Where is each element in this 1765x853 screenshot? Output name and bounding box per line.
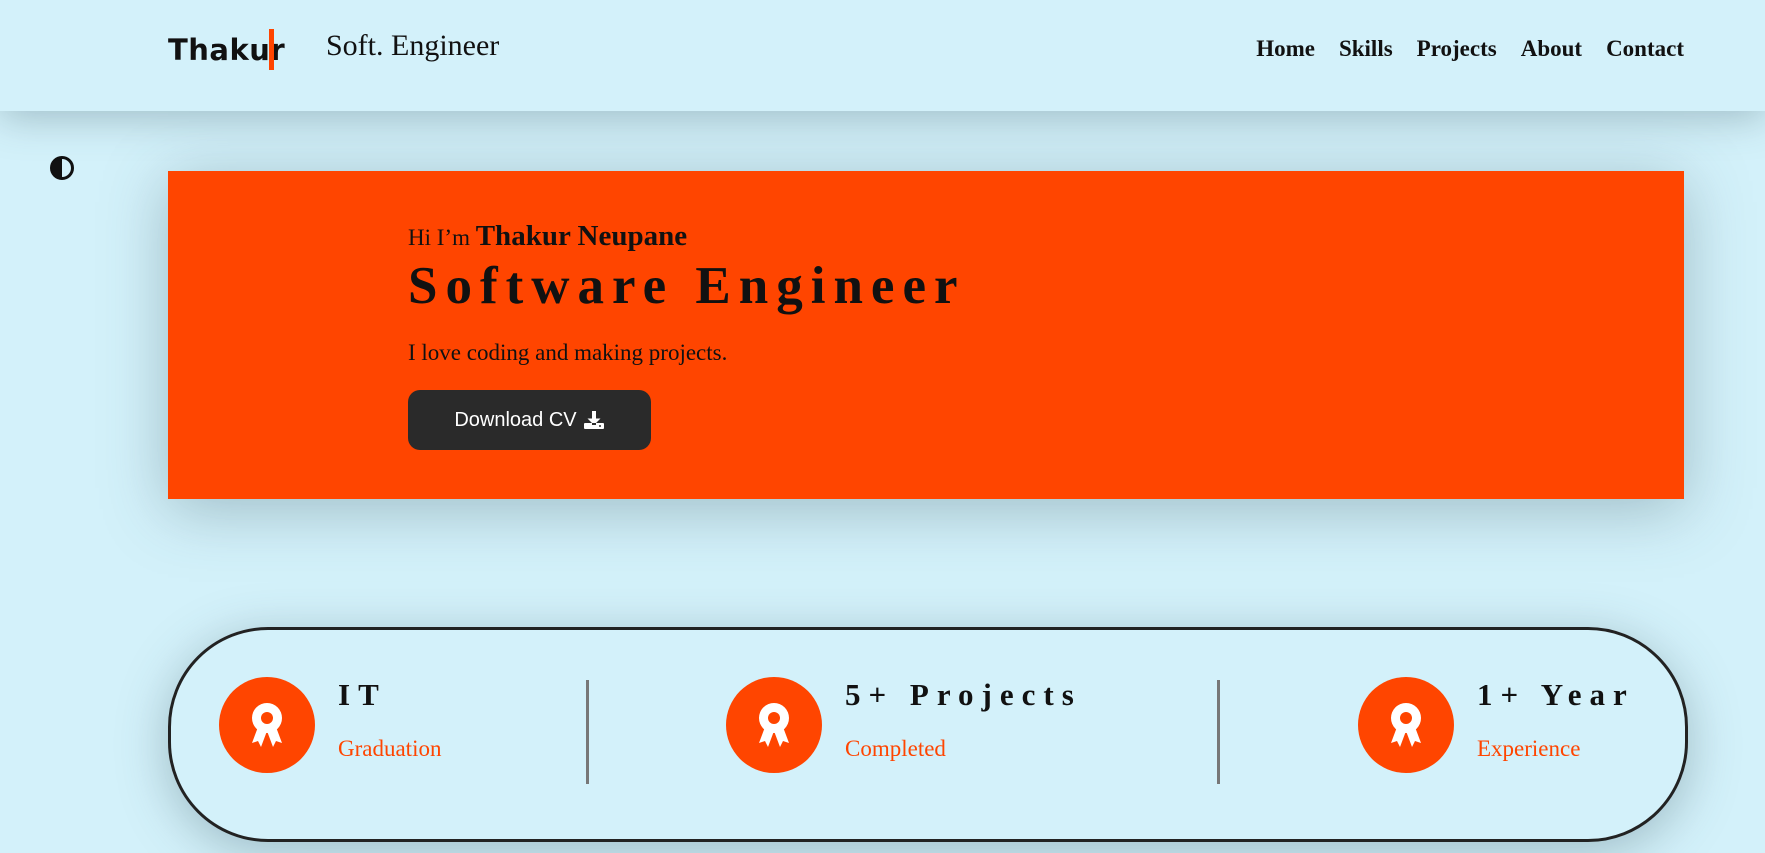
stat-subtitle: Completed <box>845 736 946 761</box>
hero-tagline: I love coding and making projects. <box>408 340 728 365</box>
award-icon <box>726 677 822 773</box>
stat-title: IT <box>338 677 387 712</box>
stat-title: 5+ Projects <box>845 677 1082 712</box>
hero-role: Software Engineer <box>408 257 966 315</box>
logo[interactable]: Thakur <box>168 30 285 70</box>
main-nav: Home Skills Projects About Contact <box>1232 34 1684 64</box>
stat-divider <box>586 680 589 784</box>
stat-divider <box>1217 680 1220 784</box>
hero-greeting: Hi I’m Thakur Neupane <box>408 221 687 253</box>
greeting-prefix: Hi I’m <box>408 225 476 250</box>
logo-caret <box>269 29 274 70</box>
stat-title: 1+ Year <box>1477 677 1635 712</box>
nav-about[interactable]: About <box>1521 34 1582 64</box>
hero-banner: Hi I’m Thakur Neupane Software Engineer … <box>168 171 1684 499</box>
award-icon <box>1358 677 1454 773</box>
hero-name: Thakur Neupane <box>475 220 688 252</box>
nav-skills[interactable]: Skills <box>1339 34 1393 64</box>
nav-contact[interactable]: Contact <box>1606 34 1684 64</box>
stats-panel: IT Graduation 5+ Projects Completed 1+ Y… <box>168 627 1688 842</box>
download-cv-label: Download CV <box>454 408 577 431</box>
download-icon <box>583 410 605 430</box>
site-header: Thakur Soft. Engineer Home Skills Projec… <box>0 0 1765 111</box>
contrast-icon[interactable] <box>50 156 74 180</box>
nav-projects[interactable]: Projects <box>1417 34 1497 64</box>
stat-subtitle: Graduation <box>338 736 442 761</box>
stat-subtitle: Experience <box>1477 736 1581 761</box>
site-subtitle: Soft. Engineer <box>326 29 500 62</box>
download-cv-button[interactable]: Download CV <box>408 390 651 450</box>
award-icon <box>219 677 315 773</box>
nav-home[interactable]: Home <box>1256 34 1315 64</box>
